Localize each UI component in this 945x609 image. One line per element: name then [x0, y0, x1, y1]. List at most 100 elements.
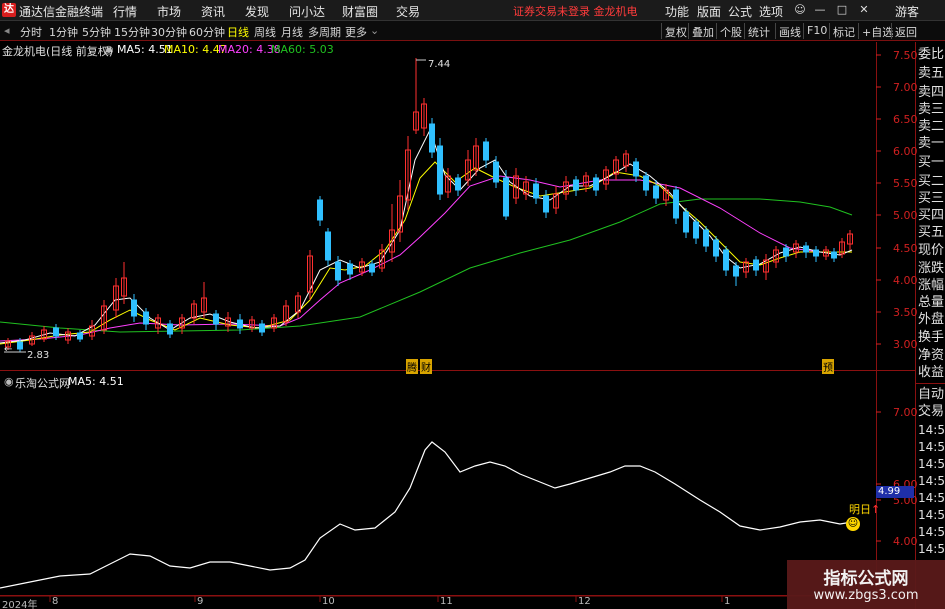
date-oct: 10	[322, 596, 335, 607]
menu-gongneng[interactable]: 功能	[665, 3, 689, 20]
rp-earnings: 收益	[918, 365, 945, 380]
period-1min[interactable]: 1分钟	[49, 24, 78, 40]
event-tag-teng[interactable]: 腾	[406, 359, 418, 374]
period-week[interactable]: 周线	[254, 24, 276, 40]
period-60min[interactable]: 60分钟	[189, 24, 225, 40]
date-year: 2024年	[2, 600, 38, 609]
btn-return[interactable]: 返回	[891, 23, 920, 39]
y-tick-700: 7.00	[893, 81, 918, 94]
menu-banmian[interactable]: 版面	[697, 3, 721, 20]
date-jan: 1	[724, 596, 731, 607]
rp-buy2: 买二	[918, 174, 945, 189]
y-tick-300: 3.00	[893, 338, 918, 351]
sub-ma5-label: MA5: 4.51	[68, 375, 124, 388]
app-logo-icon: 达	[2, 3, 16, 17]
user-icon[interactable]: ☺	[792, 2, 808, 18]
rp-buy5: 买五	[918, 225, 945, 240]
rp-trade[interactable]: 交易	[918, 403, 945, 421]
y-tick-350: 3.50	[893, 306, 918, 319]
guest-login[interactable]: 游客	[895, 3, 919, 20]
watermark-title: 指标公式网	[823, 569, 909, 589]
period-more[interactable]: 更多	[345, 24, 367, 40]
rp-change: 涨跌	[918, 261, 945, 276]
maximize-icon[interactable]: □	[834, 2, 850, 18]
y-tick-600: 6.00	[893, 145, 918, 158]
rp-turnover: 换手	[918, 330, 945, 345]
smiley-icon: ☺	[846, 517, 860, 531]
close-icon[interactable]: ✕	[856, 2, 872, 18]
date-axis: 2024年 8 9 10 11 12 1	[0, 596, 880, 609]
btn-gegu[interactable]: 个股	[716, 23, 745, 39]
stock-title: 金龙机电(日线 前复权)	[2, 45, 114, 58]
menu-xuanxiang[interactable]: 选项	[759, 3, 783, 20]
rp-change-pct: 涨幅	[918, 278, 945, 293]
menu-caifuquan[interactable]: 财富圈	[342, 3, 378, 20]
btn-diejia[interactable]: 叠加	[688, 23, 717, 39]
date-aug: 8	[52, 596, 59, 607]
btn-fuquan[interactable]: 复权	[661, 23, 690, 39]
rp-sell3: 卖三	[918, 102, 945, 117]
btn-biaoji[interactable]: 标记	[829, 23, 858, 39]
rp-time-3: 14:56	[918, 457, 945, 471]
menu-wenxiaoda[interactable]: 问小达	[289, 3, 325, 20]
title-bar: 达 通达信金融终端 行情 市场 资讯 发现 问小达 财富圈 交易 证券交易未登录…	[0, 0, 945, 21]
y-tick-550: 5.50	[893, 177, 918, 190]
y-tick-400: 4.00	[893, 274, 918, 287]
sub-chart-line	[0, 441, 853, 589]
menu-gongshi[interactable]: 公式	[728, 3, 752, 20]
y-tick-500: 5.00	[893, 209, 918, 222]
period-30min[interactable]: 30分钟	[151, 24, 187, 40]
rp-buy4: 买四	[918, 208, 945, 223]
main-chart	[0, 42, 945, 609]
rp-weibi: 委比	[918, 47, 945, 62]
period-toolbar: ◂ 分时 1分钟 5分钟 15分钟 30分钟 60分钟 日线 周线 月线 多周期…	[0, 21, 945, 41]
minimize-icon[interactable]: —	[812, 2, 828, 18]
app-name: 通达信金融终端	[19, 5, 104, 19]
menu-faxian[interactable]: 发现	[245, 3, 269, 20]
btn-f10[interactable]: F10	[803, 23, 830, 39]
menu-hangqing[interactable]: 行情	[113, 3, 137, 20]
period-5min[interactable]: 5分钟	[82, 24, 111, 40]
low-price-label: 2.83	[27, 350, 50, 361]
rp-outer: 外盘	[918, 312, 945, 327]
rp-sell2: 卖二	[918, 119, 945, 134]
current-price-tag: 4.99	[876, 486, 914, 498]
collapse-icon[interactable]: ◉	[104, 43, 114, 56]
menu-shichang[interactable]: 市场	[157, 3, 181, 20]
rp-time-6: 14:56	[918, 508, 945, 522]
rp-sell1: 卖一	[918, 136, 945, 151]
period-month[interactable]: 月线	[281, 24, 303, 40]
period-15min[interactable]: 15分钟	[114, 24, 150, 40]
event-tag-cai[interactable]: 财	[420, 359, 432, 374]
btn-huaxian[interactable]: 画线	[775, 23, 804, 39]
rp-buy3: 买三	[918, 191, 945, 206]
low-arrow-icon: ←	[4, 344, 13, 355]
y-tick-450: 4.50	[893, 242, 918, 255]
mingri-label: 明日↑	[849, 503, 881, 516]
sub-collapse-icon[interactable]: ◉	[4, 375, 14, 388]
rp-buy1: 买一	[918, 155, 945, 170]
y-tick-650: 6.50	[893, 113, 918, 126]
more-chevron-icon[interactable]: ⌄	[370, 24, 379, 37]
menu-zixun[interactable]: 资讯	[201, 3, 225, 20]
rp-net-assets: 净资	[918, 348, 945, 363]
watermark-url: www.zbgs3.com	[813, 588, 919, 603]
date-nov: 11	[440, 596, 453, 607]
rp-time-4: 14:56	[918, 474, 945, 488]
menu-jiaoyi[interactable]: 交易	[396, 3, 420, 20]
date-dec: 12	[578, 596, 591, 607]
rp-sell5: 卖五	[918, 66, 945, 81]
period-fenshi[interactable]: 分时	[20, 24, 42, 40]
toolbar-arrow-icon[interactable]: ◂	[4, 24, 10, 37]
period-multi[interactable]: 多周期	[308, 24, 341, 40]
ma60-label: MA60: 5.03	[271, 43, 334, 56]
y-tick-750: 7.50	[893, 49, 918, 62]
period-day[interactable]: 日线	[227, 24, 249, 40]
rp-time-7: 14:56	[918, 525, 945, 539]
event-tag-yu[interactable]: 预	[822, 359, 834, 374]
sub-y-tick-400: 4.00	[893, 535, 918, 548]
rp-auto[interactable]: 自动	[918, 386, 945, 404]
btn-tongji[interactable]: 统计	[744, 23, 773, 39]
sub-y-tick-700: 7.00	[893, 406, 918, 419]
rp-time-8: 14:56	[918, 542, 945, 556]
